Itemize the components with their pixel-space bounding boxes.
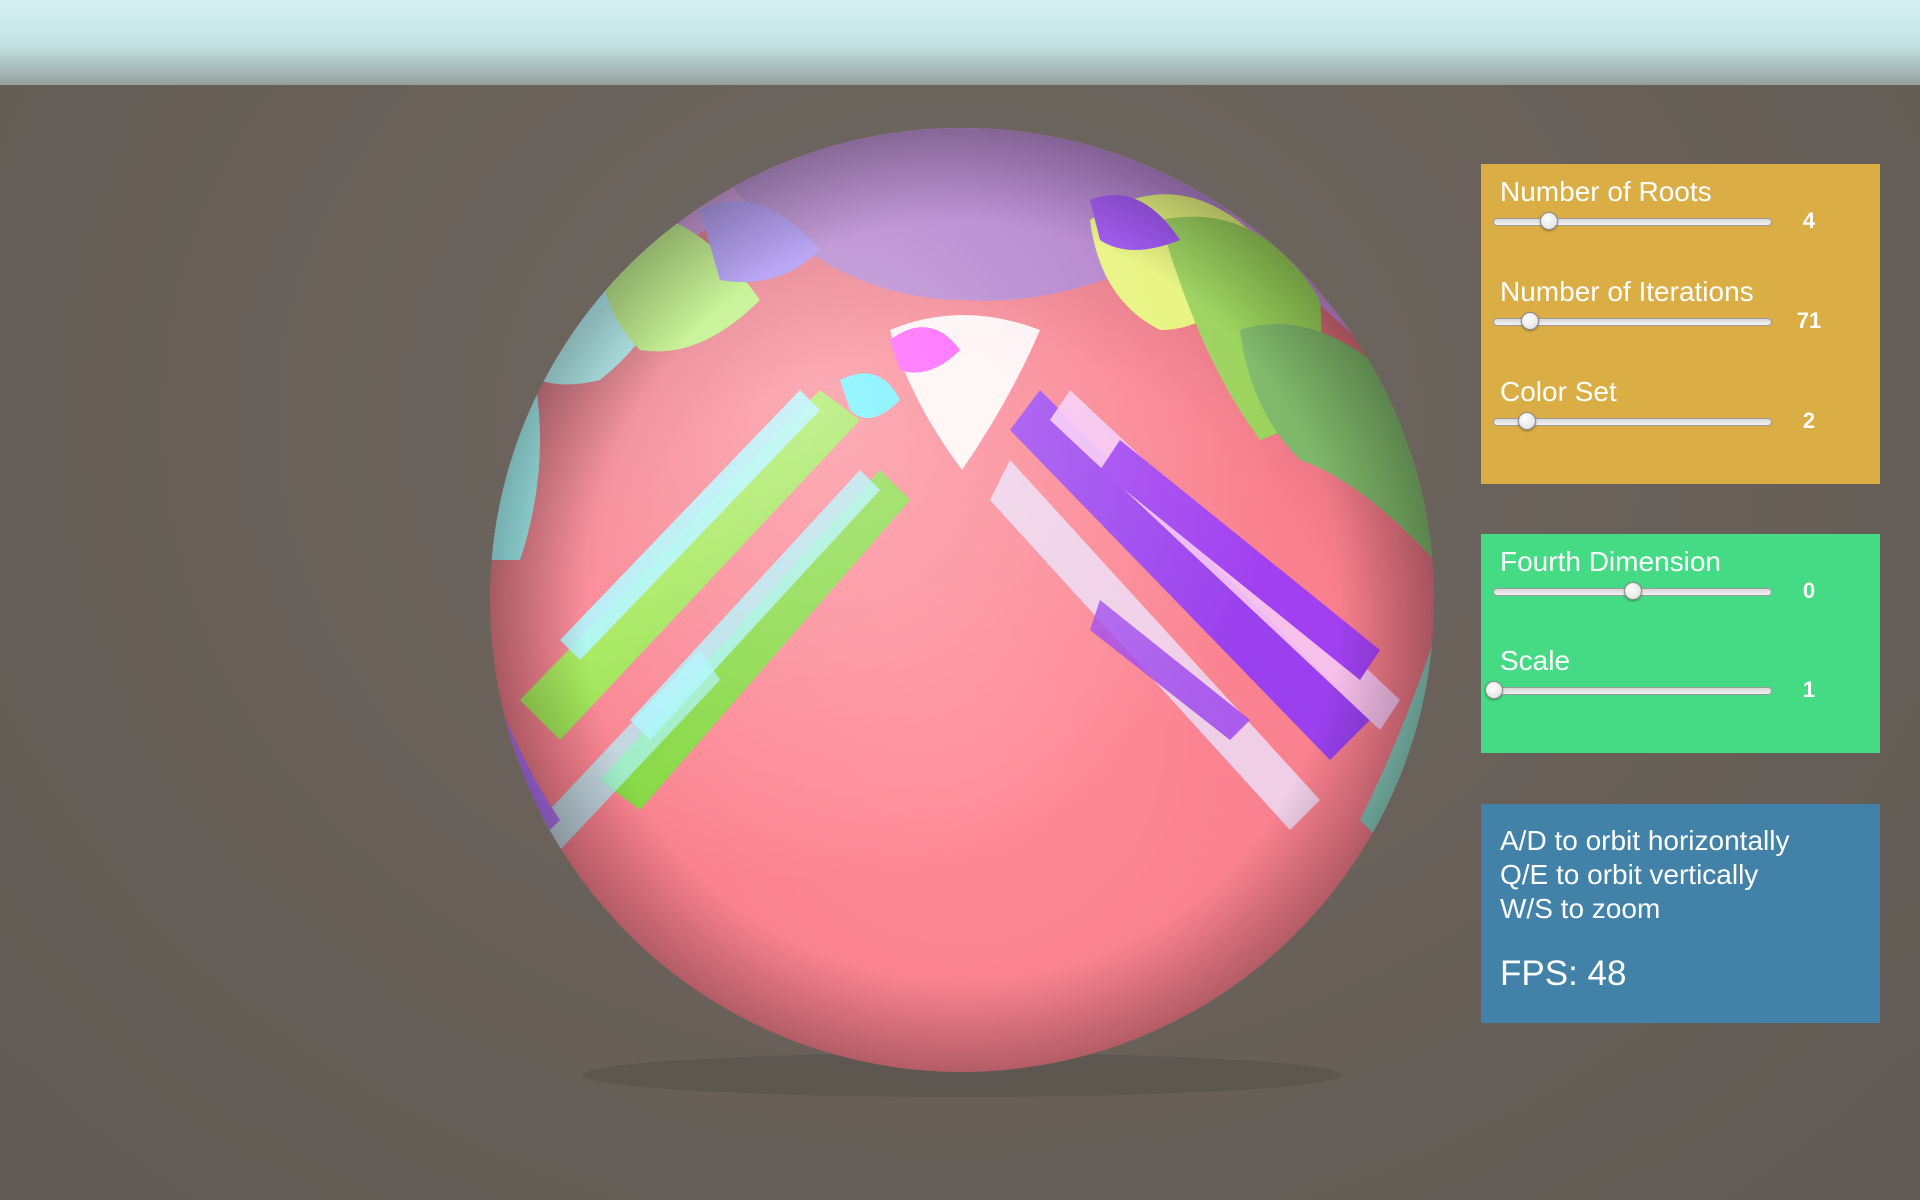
scale-slider-label: Scale xyxy=(1500,645,1571,676)
roots-slider-label: Number of Roots xyxy=(1500,176,1712,207)
fractal-sphere xyxy=(490,128,1434,1072)
fourth-dimension-slider-handle[interactable] xyxy=(1623,582,1642,600)
roots-slider[interactable] xyxy=(1493,212,1772,230)
help-line-zoom: W/S to zoom xyxy=(1500,893,1661,924)
fourth-dimension-slider-value: 0 xyxy=(1802,578,1816,603)
fractal-settings-panel: Number of Roots 4 Number of Iterations 7… xyxy=(1481,164,1880,484)
color-set-slider-handle[interactable] xyxy=(1518,412,1537,430)
iterations-slider-value: 71 xyxy=(1796,308,1822,333)
roots-slider-value: 4 xyxy=(1802,208,1816,233)
scale-slider-handle[interactable] xyxy=(1485,681,1503,699)
color-set-slider-label: Color Set xyxy=(1500,376,1617,407)
transform-settings-panel: Fourth Dimension 0 Scale 1 xyxy=(1481,534,1880,753)
scale-slider-value: 1 xyxy=(1802,677,1816,702)
help-line-orbit-horizontal: A/D to orbit horizontally xyxy=(1500,825,1790,856)
fps-counter: FPS: 48 xyxy=(1500,954,1627,993)
fourth-dimension-slider-group: Fourth Dimension 0 xyxy=(1481,534,1880,634)
color-set-slider-value: 2 xyxy=(1802,408,1816,433)
iterations-slider[interactable] xyxy=(1493,312,1772,330)
roots-slider-group: Number of Roots 4 xyxy=(1481,164,1880,264)
color-set-slider[interactable] xyxy=(1493,412,1772,430)
color-set-slider-group: Color Set 2 xyxy=(1481,364,1880,464)
iterations-slider-group: Number of Iterations 71 xyxy=(1481,264,1880,364)
iterations-slider-label: Number of Iterations xyxy=(1500,276,1754,307)
iterations-slider-handle[interactable] xyxy=(1521,312,1539,330)
fourth-dimension-slider[interactable] xyxy=(1493,582,1772,600)
scale-slider[interactable] xyxy=(1485,681,1772,699)
scale-slider-group: Scale 1 xyxy=(1481,633,1880,733)
help-line-orbit-vertical: Q/E to orbit vertically xyxy=(1500,859,1759,890)
roots-slider-handle[interactable] xyxy=(1540,212,1559,230)
controls-help-panel: A/D to orbit horizontally Q/E to orbit v… xyxy=(1481,804,1880,1023)
fourth-dimension-slider-label: Fourth Dimension xyxy=(1500,546,1721,577)
